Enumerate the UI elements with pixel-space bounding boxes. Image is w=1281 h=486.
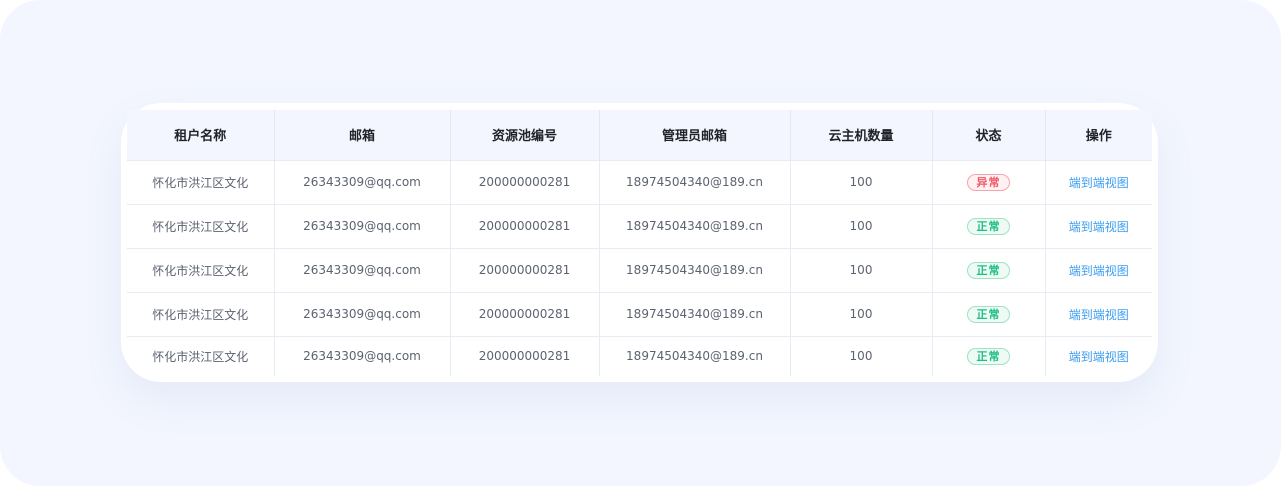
cell-email: 26343309@qq.com xyxy=(274,247,451,292)
table-row: 怀化市洪江区文化 26343309@qq.com 200000000281 18… xyxy=(127,159,1152,204)
table-row: 怀化市洪江区文化 26343309@qq.com 200000000281 18… xyxy=(127,247,1152,292)
cell-email: 26343309@qq.com xyxy=(274,203,451,248)
table-row: 怀化市洪江区文化 26343309@qq.com 200000000281 18… xyxy=(127,203,1152,248)
cell-vm-count: 100 xyxy=(790,247,933,292)
cell-email: 26343309@qq.com xyxy=(274,159,451,204)
cell-tenant-name: 怀化市洪江区文化 xyxy=(127,335,275,376)
cell-admin-email: 18974504340@189.cn xyxy=(599,291,791,336)
cell-status: 正常 xyxy=(932,291,1046,336)
table-body: 怀化市洪江区文化 26343309@qq.com 200000000281 18… xyxy=(127,159,1152,376)
page-background: 租户名称 邮箱 资源池编号 管理员邮箱 云主机数量 状态 操作 怀化市洪江区文化… xyxy=(0,0,1281,486)
end-to-end-view-link[interactable]: 端到端视图 xyxy=(1069,264,1129,278)
cell-vm-count: 100 xyxy=(790,335,933,376)
cell-action: 端到端视图 xyxy=(1045,159,1152,204)
cell-status: 异常 xyxy=(932,159,1046,204)
cell-action: 端到端视图 xyxy=(1045,203,1152,248)
cell-email: 26343309@qq.com xyxy=(274,291,451,336)
cell-status: 正常 xyxy=(932,203,1046,248)
status-badge: 异常 xyxy=(967,173,1010,191)
cell-email: 26343309@qq.com xyxy=(274,335,451,376)
status-badge: 正常 xyxy=(967,347,1010,365)
cell-action: 端到端视图 xyxy=(1045,335,1152,376)
status-badge: 正常 xyxy=(967,305,1010,323)
cell-vm-count: 100 xyxy=(790,203,933,248)
cell-pool-id: 200000000281 xyxy=(450,159,600,204)
end-to-end-view-link[interactable]: 端到端视图 xyxy=(1069,220,1129,234)
cell-admin-email: 18974504340@189.cn xyxy=(599,247,791,292)
cell-tenant-name: 怀化市洪江区文化 xyxy=(127,159,275,204)
cell-pool-id: 200000000281 xyxy=(450,203,600,248)
column-header-status: 状态 xyxy=(932,110,1046,160)
status-badge: 正常 xyxy=(967,261,1010,279)
table-row: 怀化市洪江区文化 26343309@qq.com 200000000281 18… xyxy=(127,291,1152,336)
cell-vm-count: 100 xyxy=(790,159,933,204)
tenant-table: 租户名称 邮箱 资源池编号 管理员邮箱 云主机数量 状态 操作 怀化市洪江区文化… xyxy=(127,110,1152,376)
column-header-admin-email: 管理员邮箱 xyxy=(599,110,791,160)
cell-tenant-name: 怀化市洪江区文化 xyxy=(127,247,275,292)
cell-pool-id: 200000000281 xyxy=(450,335,600,376)
end-to-end-view-link[interactable]: 端到端视图 xyxy=(1069,176,1129,190)
cell-admin-email: 18974504340@189.cn xyxy=(599,159,791,204)
cell-action: 端到端视图 xyxy=(1045,247,1152,292)
header-row: 租户名称 邮箱 资源池编号 管理员邮箱 云主机数量 状态 操作 xyxy=(127,110,1152,160)
cell-tenant-name: 怀化市洪江区文化 xyxy=(127,291,275,336)
column-header-email: 邮箱 xyxy=(274,110,451,160)
column-header-pool-id: 资源池编号 xyxy=(450,110,600,160)
column-header-vm-count: 云主机数量 xyxy=(790,110,933,160)
table-row: 怀化市洪江区文化 26343309@qq.com 200000000281 18… xyxy=(127,335,1152,376)
cell-action: 端到端视图 xyxy=(1045,291,1152,336)
table-card: 租户名称 邮箱 资源池编号 管理员邮箱 云主机数量 状态 操作 怀化市洪江区文化… xyxy=(121,103,1158,382)
cell-admin-email: 18974504340@189.cn xyxy=(599,335,791,376)
cell-pool-id: 200000000281 xyxy=(450,291,600,336)
table-header: 租户名称 邮箱 资源池编号 管理员邮箱 云主机数量 状态 操作 xyxy=(127,110,1152,160)
end-to-end-view-link[interactable]: 端到端视图 xyxy=(1069,308,1129,322)
column-header-tenant-name: 租户名称 xyxy=(127,110,275,160)
end-to-end-view-link[interactable]: 端到端视图 xyxy=(1069,350,1129,364)
cell-admin-email: 18974504340@189.cn xyxy=(599,203,791,248)
cell-vm-count: 100 xyxy=(790,291,933,336)
cell-pool-id: 200000000281 xyxy=(450,247,600,292)
cell-status: 正常 xyxy=(932,335,1046,376)
cell-tenant-name: 怀化市洪江区文化 xyxy=(127,203,275,248)
cell-status: 正常 xyxy=(932,247,1046,292)
status-badge: 正常 xyxy=(967,217,1010,235)
column-header-action: 操作 xyxy=(1085,129,1112,145)
